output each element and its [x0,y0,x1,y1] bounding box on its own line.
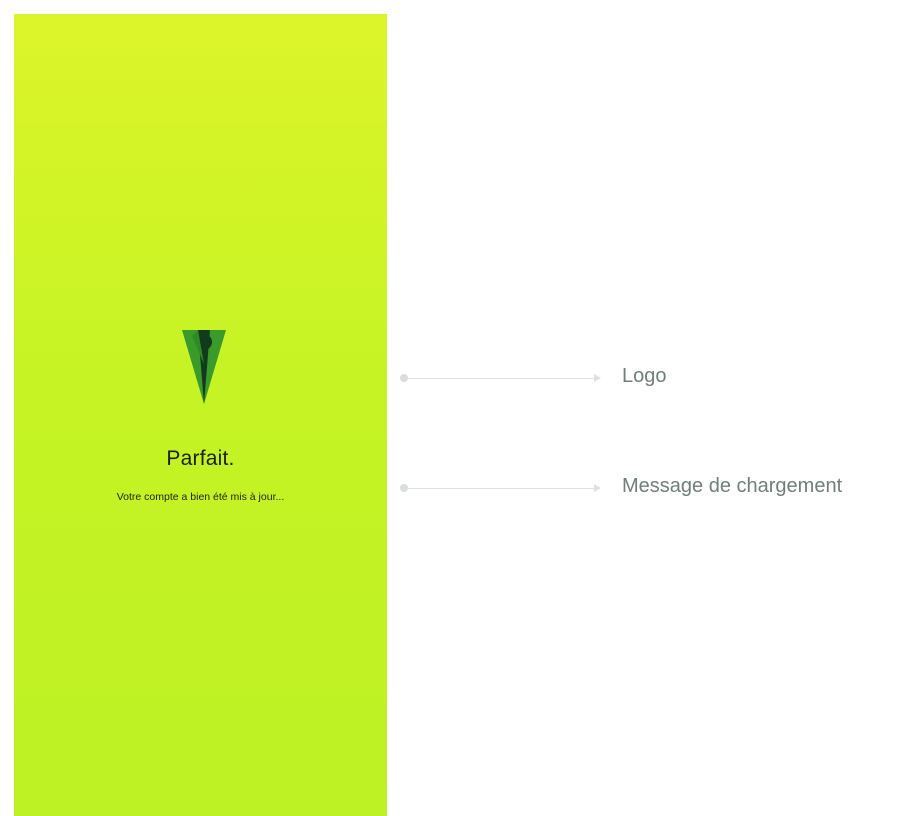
annotation-label: Message de chargement [622,475,843,497]
phone-screen: Parfait. Votre compte a bien été mis à j… [14,14,387,816]
page: Parfait. Votre compte a bien été mis à j… [0,0,902,816]
arrow-right-icon [594,374,601,382]
arrow-right-icon [594,484,601,492]
v-person-logo-icon [182,330,226,404]
annotation-label: Logo [622,365,667,387]
loading-message: Votre compte a bien été mis à jour... [116,491,285,503]
annotation-line [406,487,594,489]
success-title: Parfait. [166,447,235,470]
annotation-line [406,377,594,379]
